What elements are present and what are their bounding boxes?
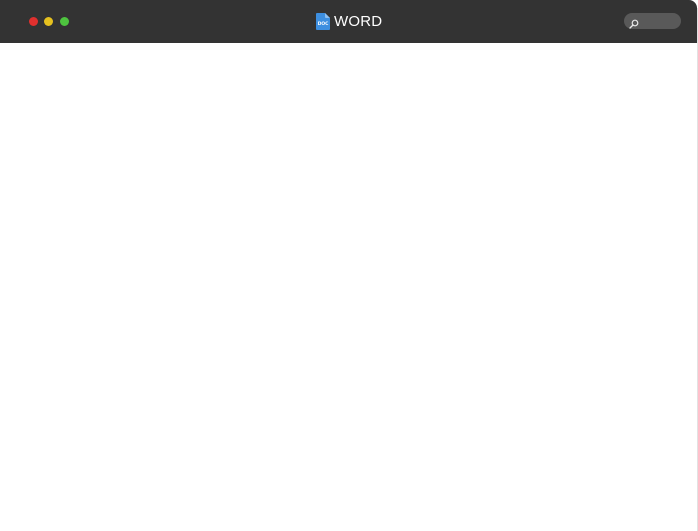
window-title: WORD	[334, 13, 383, 30]
zoom-window-button[interactable]	[60, 17, 69, 26]
title-bar: DOC WORD	[0, 0, 697, 43]
search-icon	[629, 16, 639, 29]
minimize-window-button[interactable]	[44, 17, 53, 26]
doc-icon-label: DOC	[318, 21, 329, 27]
doc-file-icon: DOC	[316, 13, 330, 30]
document-area[interactable]	[0, 43, 697, 531]
app-window: DOC WORD	[0, 0, 698, 531]
close-window-button[interactable]	[29, 17, 38, 26]
search-field[interactable]	[624, 13, 681, 29]
window-title-group: DOC WORD	[316, 12, 382, 31]
